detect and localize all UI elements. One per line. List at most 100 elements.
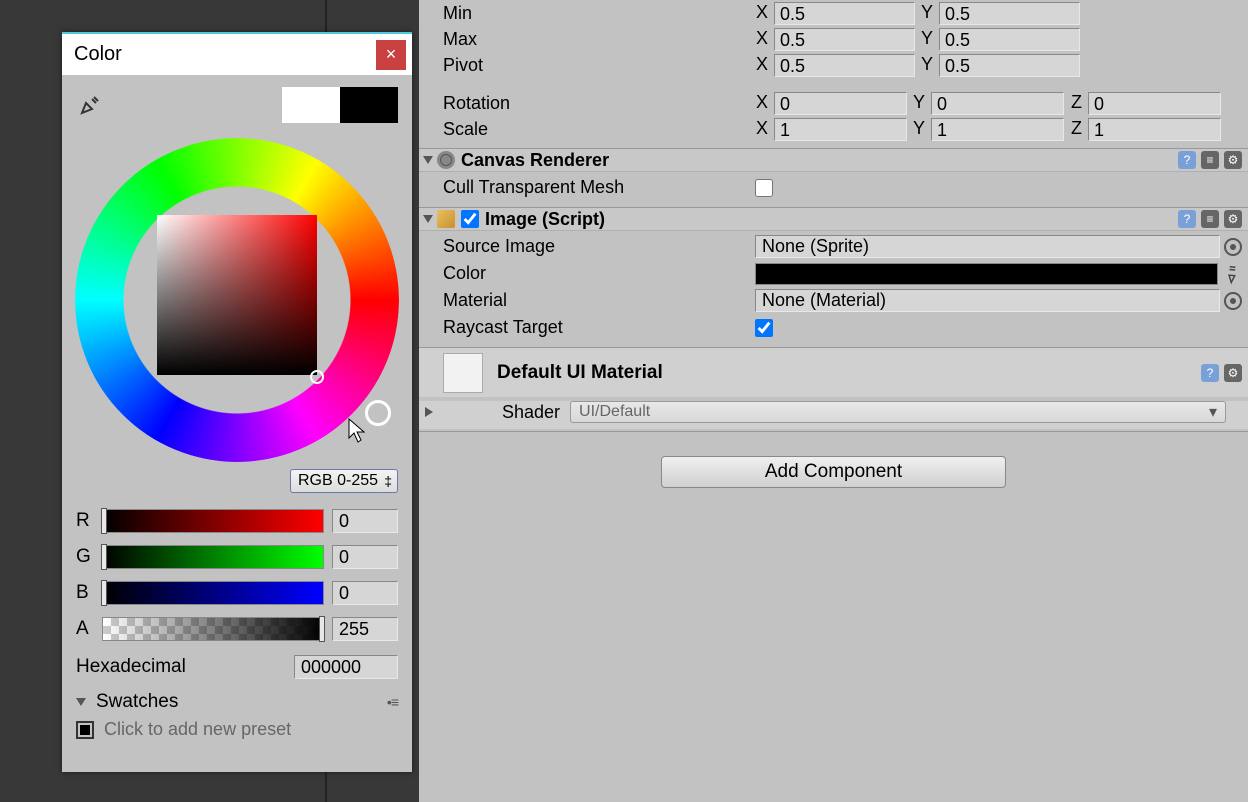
gear-icon[interactable]: ⚙ bbox=[1224, 210, 1242, 228]
a-value-field[interactable]: 255 bbox=[332, 617, 398, 641]
g-slider[interactable] bbox=[102, 545, 324, 569]
object-picker-icon[interactable] bbox=[1224, 238, 1242, 256]
rect-transform-section: Min X 0.5 Y 0.5 Max X 0.5 Y 0.5 Pivot X … bbox=[419, 0, 1248, 148]
canvas-renderer-body: Cull Transparent Mesh bbox=[419, 172, 1248, 207]
pivot-x-field[interactable]: 0.5 bbox=[774, 54, 915, 77]
add-swatch-button[interactable] bbox=[76, 721, 94, 739]
r-value-field[interactable]: 0 bbox=[332, 509, 398, 533]
hue-indicator[interactable] bbox=[365, 400, 391, 426]
canvas-renderer-header[interactable]: Canvas Renderer ? ≡ ⚙ bbox=[419, 148, 1248, 172]
cull-mesh-checkbox[interactable] bbox=[755, 179, 773, 197]
pivot-label: Pivot bbox=[443, 55, 753, 76]
rgba-sliders: R 0 G 0 B 0 A 255 bbox=[62, 501, 412, 649]
add-component-button[interactable]: Add Component bbox=[661, 456, 1006, 488]
shader-dropdown[interactable]: UI/Default bbox=[570, 401, 1226, 423]
x-label[interactable]: X bbox=[753, 118, 771, 141]
y-label[interactable]: Y bbox=[910, 92, 928, 115]
rotation-y-field[interactable]: 0 bbox=[931, 92, 1064, 115]
preset-icon[interactable]: ≡ bbox=[1201, 210, 1219, 228]
g-label: G bbox=[76, 546, 94, 568]
swatches-header[interactable]: Swatches •≡ bbox=[62, 685, 412, 715]
previous-color-swatch[interactable] bbox=[282, 87, 340, 123]
raycast-label: Raycast Target bbox=[443, 317, 755, 338]
image-component-header[interactable]: Image (Script) ? ≡ ⚙ bbox=[419, 207, 1248, 231]
shader-label: Shader bbox=[502, 402, 560, 423]
scale-z-field[interactable]: 1 bbox=[1088, 118, 1221, 141]
scale-x-field[interactable]: 1 bbox=[774, 118, 907, 141]
color-picker-title: Color bbox=[74, 43, 376, 66]
x-label[interactable]: X bbox=[753, 54, 771, 77]
swatches-label: Swatches bbox=[96, 691, 381, 713]
y-label[interactable]: Y bbox=[918, 2, 936, 25]
g-value-field[interactable]: 0 bbox=[332, 545, 398, 569]
r-slider-handle[interactable] bbox=[101, 508, 107, 534]
gear-icon[interactable]: ⚙ bbox=[1224, 151, 1242, 169]
gear-icon[interactable]: ⚙ bbox=[1224, 364, 1242, 382]
source-image-field[interactable]: None (Sprite) bbox=[755, 235, 1220, 258]
anchor-min-y-field[interactable]: 0.5 bbox=[939, 2, 1080, 25]
help-icon[interactable]: ? bbox=[1178, 210, 1196, 228]
sv-indicator[interactable] bbox=[310, 370, 324, 384]
material-field[interactable]: None (Material) bbox=[755, 289, 1220, 312]
help-icon[interactable]: ? bbox=[1178, 151, 1196, 169]
eyedropper-button[interactable] bbox=[76, 91, 104, 119]
x-label[interactable]: X bbox=[753, 92, 771, 115]
hex-row: Hexadecimal 000000 bbox=[62, 649, 412, 685]
help-icon[interactable]: ? bbox=[1201, 364, 1219, 382]
inspector-panel: Min X 0.5 Y 0.5 Max X 0.5 Y 0.5 Pivot X … bbox=[419, 0, 1248, 802]
pivot-y-field[interactable]: 0.5 bbox=[939, 54, 1080, 77]
z-label[interactable]: Z bbox=[1067, 92, 1085, 115]
material-name: Default UI Material bbox=[497, 362, 1201, 384]
b-label: B bbox=[76, 582, 94, 604]
hex-input[interactable]: 000000 bbox=[294, 655, 398, 679]
scale-row: Scale X 1 Y 1 Z 1 bbox=[443, 116, 1242, 142]
anchor-min-row: Min X 0.5 Y 0.5 bbox=[443, 0, 1242, 26]
x-label[interactable]: X bbox=[753, 2, 771, 25]
anchor-max-y-field[interactable]: 0.5 bbox=[939, 28, 1080, 51]
anchor-max-x-field[interactable]: 0.5 bbox=[774, 28, 915, 51]
foldout-icon[interactable] bbox=[423, 215, 433, 223]
image-component-icon bbox=[437, 210, 455, 228]
rotation-row: Rotation X 0 Y 0 Z 0 bbox=[443, 90, 1242, 116]
color-field[interactable] bbox=[755, 263, 1218, 285]
color-picker-toolbar bbox=[62, 75, 412, 135]
canvas-renderer-icon bbox=[437, 151, 455, 169]
x-label[interactable]: X bbox=[753, 28, 771, 51]
y-label[interactable]: Y bbox=[910, 118, 928, 141]
color-picker-window: Color × RGB 0-255 R 0 G 0 B bbox=[62, 32, 412, 772]
swatches-options-icon[interactable]: •≡ bbox=[387, 694, 398, 710]
y-label[interactable]: Y bbox=[918, 54, 936, 77]
foldout-icon[interactable] bbox=[76, 698, 86, 706]
foldout-icon[interactable] bbox=[423, 156, 433, 164]
color-wheel-area bbox=[62, 135, 412, 465]
color-label: Color bbox=[443, 263, 755, 284]
preset-icon[interactable]: ≡ bbox=[1201, 151, 1219, 169]
source-image-label: Source Image bbox=[443, 236, 755, 257]
color-mode-dropdown[interactable]: RGB 0-255 bbox=[290, 469, 398, 493]
anchor-min-x-field[interactable]: 0.5 bbox=[774, 2, 915, 25]
saturation-value-square[interactable] bbox=[157, 215, 317, 375]
b-value-field[interactable]: 0 bbox=[332, 581, 398, 605]
z-label[interactable]: Z bbox=[1067, 118, 1085, 141]
y-label[interactable]: Y bbox=[918, 28, 936, 51]
object-picker-icon[interactable] bbox=[1224, 292, 1242, 310]
foldout-icon[interactable] bbox=[425, 407, 433, 417]
scale-y-field[interactable]: 1 bbox=[931, 118, 1064, 141]
rotation-z-field[interactable]: 0 bbox=[1088, 92, 1221, 115]
default-material-header[interactable]: Default UI Material ? ⚙ bbox=[419, 347, 1248, 397]
image-enabled-checkbox[interactable] bbox=[461, 210, 479, 228]
rotation-x-field[interactable]: 0 bbox=[774, 92, 907, 115]
eyedropper-icon[interactable] bbox=[1222, 264, 1242, 284]
a-slider[interactable] bbox=[102, 617, 324, 641]
raycast-checkbox[interactable] bbox=[755, 319, 773, 337]
b-slider-handle[interactable] bbox=[101, 580, 107, 606]
b-slider[interactable] bbox=[102, 581, 324, 605]
r-label: R bbox=[76, 510, 94, 532]
a-slider-handle[interactable] bbox=[319, 616, 325, 642]
g-slider-handle[interactable] bbox=[101, 544, 107, 570]
r-slider[interactable] bbox=[102, 509, 324, 533]
close-button[interactable]: × bbox=[376, 40, 406, 70]
image-component-body: Source Image None (Sprite) Color Materia… bbox=[419, 231, 1248, 347]
color-picker-titlebar[interactable]: Color × bbox=[62, 32, 412, 75]
rotation-label: Rotation bbox=[443, 93, 753, 114]
